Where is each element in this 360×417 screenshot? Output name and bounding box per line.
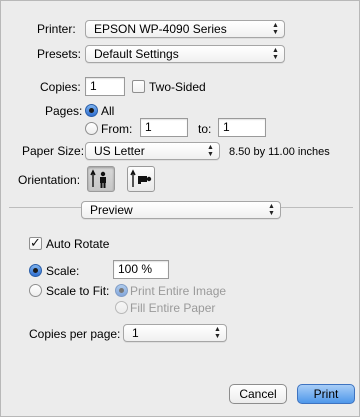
copies-per-page-popup[interactable]: 1 ▲ ▼ — [123, 324, 227, 342]
scale-to-fit-label: Scale to Fit: — [46, 284, 110, 298]
printer-value: EPSON WP-4090 Series — [94, 22, 227, 36]
pages-all-radio[interactable] — [85, 104, 98, 117]
paper-size-popup[interactable]: US Letter ▲ ▼ — [85, 142, 220, 160]
two-sided-checkbox[interactable] — [132, 80, 145, 93]
presets-value: Default Settings — [94, 47, 179, 61]
scale-radio[interactable] — [29, 264, 42, 277]
updown-arrows-icon: ▲ ▼ — [272, 47, 279, 61]
cancel-button[interactable]: Cancel — [229, 384, 287, 404]
pages-to-label: to: — [198, 122, 212, 136]
scale-label: Scale: — [46, 264, 80, 278]
updown-arrows-icon: ▲ ▼ — [272, 22, 279, 36]
printer-label: Printer: — [37, 22, 76, 36]
print-entire-image-radio[interactable] — [115, 284, 128, 297]
section-popup-value: Preview — [90, 203, 133, 217]
two-sided-label: Two-Sided — [149, 80, 206, 94]
paper-size-label: Paper Size: — [22, 144, 85, 158]
landscape-orientation-button[interactable] — [127, 166, 155, 192]
scale-to-fit-radio[interactable] — [29, 284, 42, 297]
print-entire-image-label: Print Entire Image — [130, 284, 227, 298]
portrait-orientation-button[interactable] — [87, 166, 115, 192]
pages-from-radio[interactable] — [85, 122, 98, 135]
orientation-label: Orientation: — [18, 173, 81, 187]
print-dialog: Printer: EPSON WP-4090 Series ▲ ▼ Presets… — [0, 0, 360, 417]
presets-popup[interactable]: Default Settings ▲ ▼ — [85, 45, 285, 63]
printer-popup[interactable]: EPSON WP-4090 Series ▲ ▼ — [85, 20, 285, 38]
section-popup[interactable]: Preview ▲ ▼ — [81, 201, 281, 219]
portrait-orientation-icon — [90, 169, 106, 188]
landscape-orientation-icon — [130, 169, 152, 187]
pages-from-field[interactable]: 1 — [140, 118, 188, 137]
updown-arrows-icon: ▲ ▼ — [268, 203, 275, 217]
pages-to-field[interactable]: 1 — [218, 118, 266, 137]
copies-label: Copies: — [40, 80, 81, 94]
fill-entire-paper-label: Fill Entire Paper — [130, 301, 216, 315]
copies-per-page-value: 1 — [132, 326, 139, 340]
auto-rotate-checkbox[interactable] — [29, 235, 42, 251]
pages-from-label: From: — [101, 122, 133, 136]
paper-size-value: US Letter — [94, 144, 145, 158]
paper-dimensions: 8.50 by 11.00 inches — [229, 146, 330, 158]
updown-arrows-icon: ▲ ▼ — [214, 326, 221, 340]
pages-all-label: All — [101, 104, 115, 118]
copies-per-page-label: Copies per page: — [29, 327, 121, 341]
auto-rotate-label: Auto Rotate — [46, 237, 110, 251]
copies-field[interactable]: 1 — [85, 77, 125, 96]
fill-entire-paper-radio[interactable] — [115, 301, 128, 314]
pages-label: Pages: — [45, 104, 83, 118]
scale-field[interactable]: 100 % — [113, 260, 169, 279]
updown-arrows-icon: ▲ ▼ — [207, 144, 214, 158]
print-button[interactable]: Print — [297, 384, 355, 404]
presets-label: Presets: — [37, 47, 82, 61]
